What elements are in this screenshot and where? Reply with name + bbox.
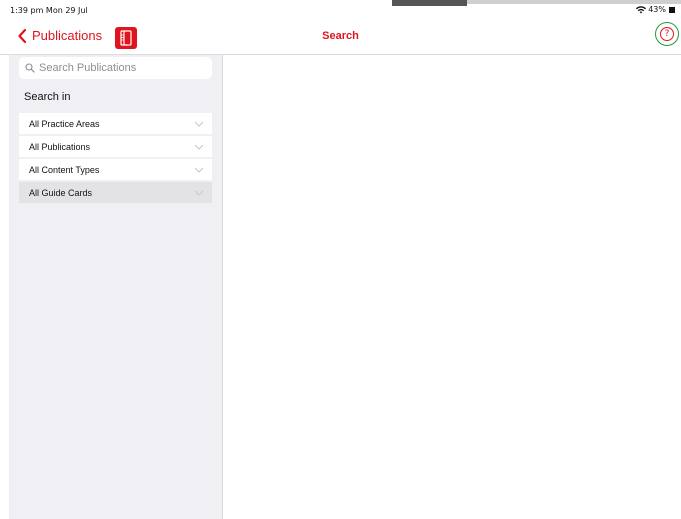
- filter-label: All Content Types: [29, 164, 100, 175]
- search-icon: [25, 63, 35, 73]
- navigation-bar: Publications Search ?: [0, 18, 681, 55]
- chevron-down-icon: [194, 167, 204, 173]
- search-input[interactable]: [39, 62, 209, 74]
- filter-content-types[interactable]: All Content Types: [19, 159, 212, 180]
- help-button[interactable]: ?: [655, 22, 679, 46]
- filter-label: All Practice Areas: [29, 118, 100, 129]
- wifi-icon: [636, 5, 647, 13]
- search-in-header: Search in: [24, 91, 71, 103]
- search-box[interactable]: [19, 57, 212, 79]
- filter-guide-cards[interactable]: All Guide Cards: [19, 182, 212, 203]
- battery-icon: [669, 6, 675, 13]
- chevron-down-icon: [194, 190, 204, 196]
- filter-label: All Publications: [29, 141, 91, 152]
- question-circle-icon: ?: [660, 27, 674, 41]
- status-bar: 1:39 pm Mon 29 Jul 43%: [0, 0, 681, 18]
- main-content-area: [223, 55, 681, 519]
- filter-label: All Guide Cards: [29, 187, 93, 198]
- status-indicators: 43%: [636, 5, 675, 14]
- filter-practice-areas[interactable]: All Practice Areas: [19, 113, 212, 134]
- filter-publications[interactable]: All Publications: [19, 136, 212, 157]
- filter-list: All Practice Areas All Publications All …: [19, 113, 212, 205]
- page-title: Search: [322, 30, 359, 42]
- status-time: 1:39 pm Mon 29 Jul: [10, 6, 88, 15]
- search-sidebar: Search in All Practice Areas All Publica…: [9, 55, 223, 519]
- chevron-down-icon: [194, 121, 204, 127]
- chevron-down-icon: [194, 144, 204, 150]
- battery-percentage: 43%: [648, 5, 666, 14]
